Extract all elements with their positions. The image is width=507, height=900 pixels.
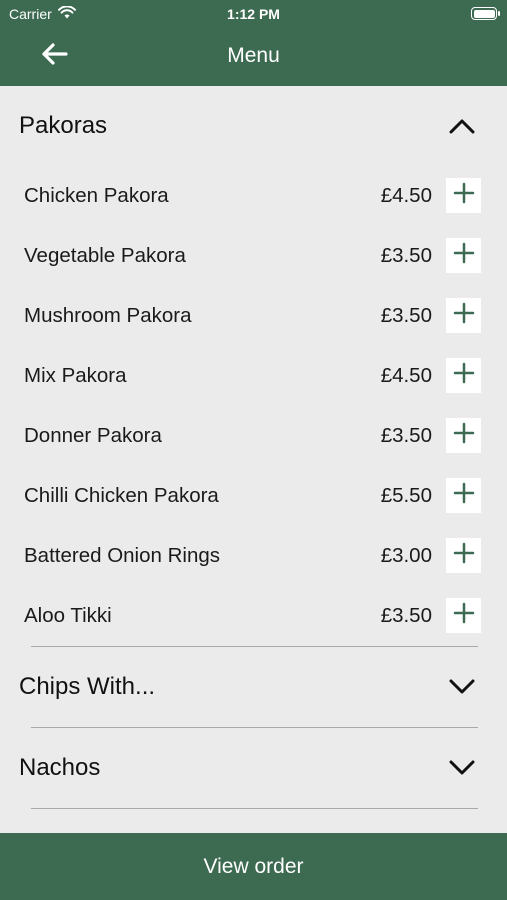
menu-item: Vegetable Pakora £3.50 <box>0 226 507 286</box>
menu-item: Donner Pakora £3.50 <box>0 406 507 466</box>
section-divider <box>31 808 478 809</box>
item-price: £3.50 <box>380 244 432 267</box>
view-order-button[interactable]: View order <box>0 833 507 900</box>
plus-icon <box>453 242 475 270</box>
item-name: Donner Pakora <box>24 424 162 447</box>
add-item-button[interactable] <box>446 538 481 573</box>
status-time: 1:12 PM <box>227 6 280 22</box>
navigation-bar: Menu <box>0 28 507 86</box>
item-name: Aloo Tikki <box>24 604 112 627</box>
plus-icon <box>453 302 475 330</box>
item-price: £5.50 <box>380 484 432 507</box>
section-header-nachos[interactable]: Nachos <box>0 728 507 808</box>
chevron-down-icon <box>447 754 477 782</box>
item-price: £4.50 <box>380 184 432 207</box>
add-item-button[interactable] <box>446 298 481 333</box>
add-item-button[interactable] <box>446 178 481 213</box>
chevron-down-icon <box>447 673 477 701</box>
item-name: Chilli Chicken Pakora <box>24 484 219 507</box>
plus-icon <box>453 542 475 570</box>
plus-icon <box>453 602 475 630</box>
menu-list[interactable]: Pakoras Chicken Pakora £4.50 Vegetable P… <box>0 86 507 833</box>
plus-icon <box>453 422 475 450</box>
item-name: Chicken Pakora <box>24 184 169 207</box>
plus-icon <box>453 182 475 210</box>
add-item-button[interactable] <box>446 418 481 453</box>
top-bar: Carrier 1:12 PM Menu <box>0 0 507 86</box>
section-title: Chips With... <box>19 673 156 700</box>
item-price: £3.50 <box>380 424 432 447</box>
section-header-pakoras[interactable]: Pakoras <box>0 86 507 166</box>
item-name: Mix Pakora <box>24 364 127 387</box>
item-price: £3.50 <box>380 304 432 327</box>
item-name: Vegetable Pakora <box>24 244 186 267</box>
page-title: Menu <box>227 44 280 67</box>
menu-item: Chicken Pakora £4.50 <box>0 166 507 226</box>
add-item-button[interactable] <box>446 238 481 273</box>
menu-item: Battered Onion Rings £3.00 <box>0 526 507 586</box>
add-item-button[interactable] <box>446 358 481 393</box>
add-item-button[interactable] <box>446 598 481 633</box>
item-name: Mushroom Pakora <box>24 304 192 327</box>
status-bar: Carrier 1:12 PM <box>0 0 507 28</box>
menu-item: Mushroom Pakora £3.50 <box>0 286 507 346</box>
chevron-up-icon <box>447 112 477 140</box>
plus-icon <box>453 362 475 390</box>
section-title: Pakoras <box>19 112 108 139</box>
menu-item: Chilli Chicken Pakora £5.50 <box>0 466 507 526</box>
menu-item: Mix Pakora £4.50 <box>0 346 507 406</box>
item-price: £3.00 <box>380 544 432 567</box>
plus-icon <box>453 482 475 510</box>
item-price: £3.50 <box>380 604 432 627</box>
section-header-chips[interactable]: Chips With... <box>0 647 507 727</box>
battery-icon <box>471 7 500 20</box>
add-item-button[interactable] <box>446 478 481 513</box>
item-price: £4.50 <box>380 364 432 387</box>
menu-item: Aloo Tikki £3.50 <box>0 586 507 646</box>
view-order-label: View order <box>203 854 304 878</box>
section-title: Nachos <box>19 754 101 781</box>
item-name: Battered Onion Rings <box>24 544 221 567</box>
